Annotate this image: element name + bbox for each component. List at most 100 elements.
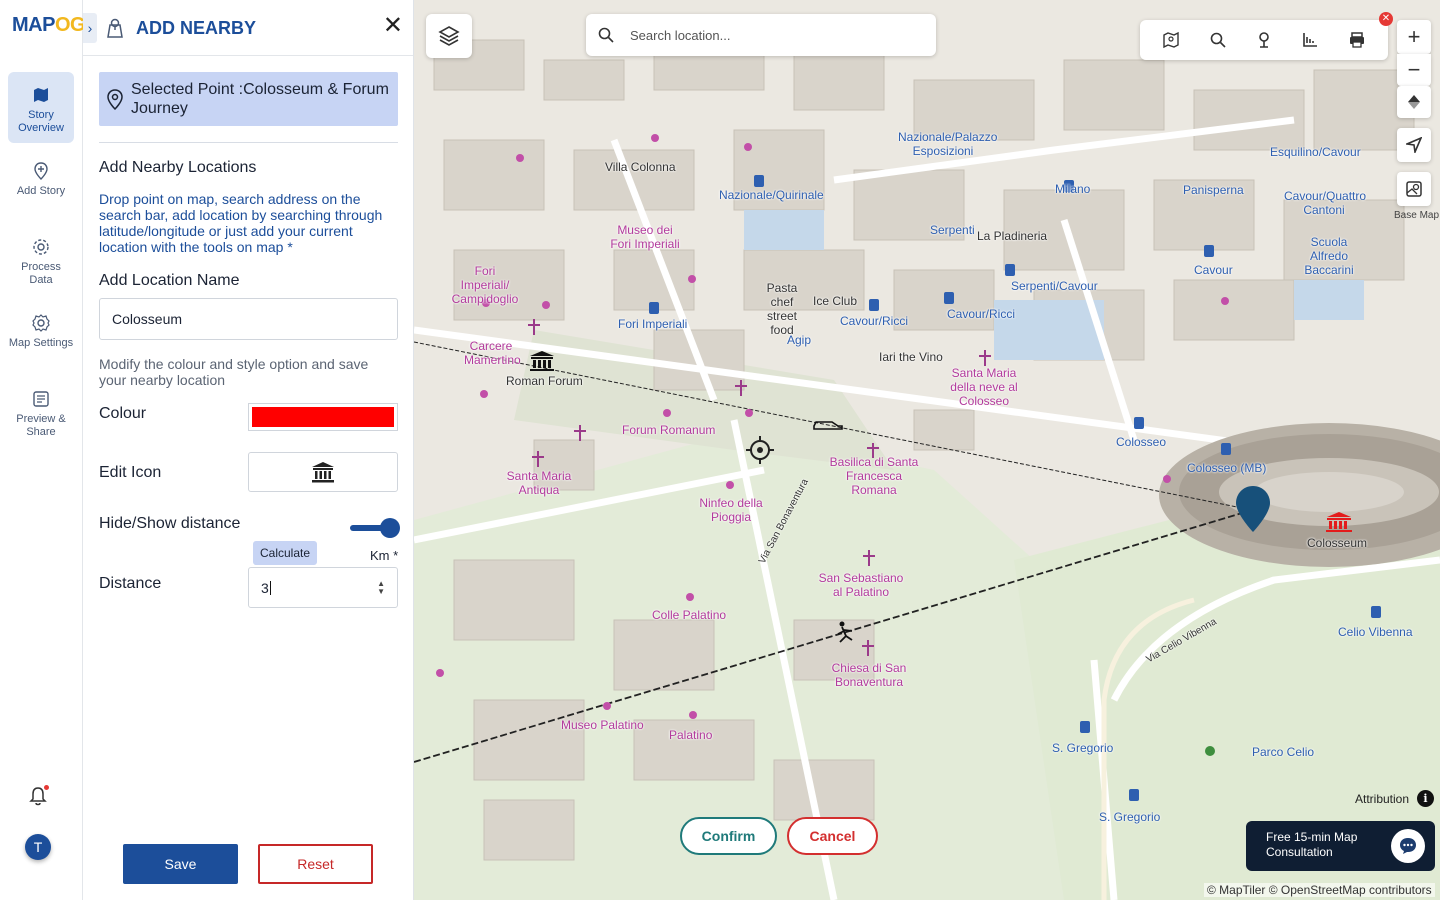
section-title: Add Nearby Locations xyxy=(99,159,257,176)
map-label[interactable]: S. Gregorio xyxy=(1052,741,1113,755)
map-label[interactable]: Serpenti/Cavour xyxy=(1011,279,1098,293)
base-map-label: Base Map xyxy=(1394,210,1440,221)
map-label[interactable]: Museo dei Fori Imperiali xyxy=(610,223,680,251)
map-label[interactable]: Nazionale/Palazzo Esposizioni xyxy=(898,130,997,158)
map-label[interactable]: Cavour/Ricci xyxy=(947,307,1015,321)
settings-icon xyxy=(32,314,50,332)
toggle-knob xyxy=(380,518,400,538)
collapse-panel-button[interactable]: › xyxy=(83,13,97,43)
confirm-button[interactable]: Confirm xyxy=(680,817,777,855)
map-label[interactable]: Colosseum xyxy=(1307,536,1367,550)
coordinates-icon[interactable] xyxy=(1301,31,1319,49)
search-icon[interactable] xyxy=(1209,31,1227,49)
avatar[interactable]: T xyxy=(25,834,51,860)
map-label[interactable]: Ninfeo della Pioggia xyxy=(696,496,766,524)
chevron-right-icon: › xyxy=(87,20,93,36)
user-location-icon[interactable] xyxy=(1255,31,1273,49)
map-label[interactable]: Milano xyxy=(1055,182,1090,196)
unit-label: Km * xyxy=(370,548,399,563)
map-label[interactable]: Santa Maria Antiqua xyxy=(506,469,572,497)
map-tools-toolbar xyxy=(1140,20,1388,60)
distance-toggle[interactable] xyxy=(350,518,400,538)
close-icon[interactable]: ✕ xyxy=(1379,12,1393,26)
number-stepper-icon[interactable]: ▲ ▼ xyxy=(377,580,385,596)
map-label[interactable]: Esquilino/Cavour xyxy=(1270,145,1361,159)
info-icon[interactable]: i xyxy=(1417,790,1434,807)
zoom-in-button[interactable]: + xyxy=(1397,20,1431,54)
colour-label: Colour xyxy=(99,405,147,422)
location-name-input[interactable]: Colosseum xyxy=(99,298,398,340)
map-label[interactable]: Iari the Vino xyxy=(879,350,943,364)
map-label[interactable]: Pasta chef street food xyxy=(754,281,810,337)
map-label[interactable]: Cavour/Ricci xyxy=(840,314,908,328)
rail-item-preview-share[interactable]: Preview & Share xyxy=(8,376,74,447)
rail-item-label: Story Overview xyxy=(18,109,64,134)
chat-button[interactable] xyxy=(1391,829,1425,863)
calculate-button[interactable]: Calculate xyxy=(253,541,318,565)
reset-button[interactable]: Reset xyxy=(258,844,373,884)
map-icon xyxy=(34,88,48,102)
locate-me-button[interactable] xyxy=(1397,128,1431,162)
distance-label: Distance xyxy=(99,575,162,592)
minus-icon: − xyxy=(1407,57,1421,82)
rail-item-label: Map Settings xyxy=(8,337,74,349)
map-label[interactable]: Colosseo (MB) xyxy=(1187,461,1266,475)
map-label[interactable]: Colosseo xyxy=(1116,435,1166,449)
map-label[interactable]: Chiesa di San Bonaventura xyxy=(826,661,912,689)
zoom-out-button[interactable]: − xyxy=(1397,54,1431,86)
map-label[interactable]: Parco Celio xyxy=(1252,745,1314,759)
panel-header: › ADD NEARBY ✕ xyxy=(83,0,413,56)
mapog-logo[interactable]: MAPOG xyxy=(12,14,86,37)
map-label[interactable]: Carcere Mamertino xyxy=(464,339,521,367)
consultation-text: Free 15-min Map Consultation xyxy=(1266,830,1358,859)
map-label[interactable]: Palatino xyxy=(669,728,712,742)
compass-button[interactable] xyxy=(1397,86,1431,118)
colour-picker[interactable] xyxy=(248,403,398,431)
map-label[interactable]: Colle Palatino xyxy=(652,608,726,622)
distance-input[interactable]: 3 ▲ ▼ xyxy=(248,567,398,608)
map-label[interactable]: Basilica di Santa Francesca Romana xyxy=(824,455,924,497)
map-label[interactable]: Serpenti xyxy=(930,223,975,237)
edit-icon-button[interactable] xyxy=(248,452,398,492)
close-icon[interactable]: ✕ xyxy=(383,14,403,38)
navigation-arrow-icon xyxy=(1406,137,1422,153)
print-icon[interactable] xyxy=(1348,31,1366,49)
map-label[interactable]: La Pladineria xyxy=(977,229,1047,243)
map-label[interactable]: S. Gregorio xyxy=(1099,810,1160,824)
hide-show-label: Hide/Show distance xyxy=(99,515,241,532)
map-label[interactable]: Museo Palatino xyxy=(561,718,644,732)
add-nearby-panel: › ADD NEARBY ✕ Selected Point :Colosseum… xyxy=(83,0,414,900)
selected-point-text: Selected Point :Colosseum & Forum Journe… xyxy=(131,81,389,117)
map-label[interactable]: Scuola Alfredo Baccarini xyxy=(1292,235,1366,277)
map-label[interactable]: Celio Vibenna xyxy=(1338,625,1413,639)
map-label[interactable]: Villa Colonna xyxy=(605,160,676,174)
cancel-button[interactable]: Cancel xyxy=(787,817,878,855)
plus-icon: + xyxy=(1407,24,1421,49)
map-label[interactable]: Roman Forum xyxy=(506,374,583,388)
notifications-bell[interactable] xyxy=(29,785,49,811)
map-label[interactable]: Cavour/Quattro Cantoni xyxy=(1284,189,1366,217)
map-label[interactable]: Ice Club xyxy=(813,294,857,308)
map-label[interactable]: Fori Imperiali/ Campidoglio xyxy=(450,264,520,306)
map-label[interactable]: Panisperna xyxy=(1183,183,1244,197)
map-label[interactable]: Cavour xyxy=(1194,263,1233,277)
base-map-button[interactable] xyxy=(1397,172,1431,206)
map-label[interactable]: Nazionale/Quirinale xyxy=(719,188,824,202)
map-label[interactable]: Fori Imperiali xyxy=(618,317,687,331)
map-area-icon[interactable] xyxy=(1162,31,1180,49)
search-input[interactable]: Search location... xyxy=(586,14,936,56)
map-label[interactable]: Santa Maria della neve al Colosseo xyxy=(942,366,1026,408)
map-copyright: © MapTiler © OpenStreetMap contributors xyxy=(1204,883,1435,897)
rail-item-add-story[interactable]: Add Story xyxy=(8,148,74,206)
layers-button[interactable] xyxy=(426,14,472,58)
rail-item-story-overview[interactable]: Story Overview xyxy=(8,72,74,143)
map-canvas[interactable]: Roman Forum Forum Romanum Colosseum Colo… xyxy=(414,0,1440,900)
map-label[interactable]: Forum Romanum xyxy=(622,423,715,437)
rail-item-map-settings[interactable]: Map Settings xyxy=(8,300,74,358)
rail-item-process-data[interactable]: Process Data xyxy=(8,224,74,295)
consultation-banner[interactable]: Free 15-min Map Consultation xyxy=(1246,821,1435,871)
save-button[interactable]: Save xyxy=(123,844,238,884)
distance-value: 3 xyxy=(261,579,269,596)
base-map-icon xyxy=(1406,181,1422,197)
map-label[interactable]: San Sebastiano al Palatino xyxy=(814,571,908,599)
